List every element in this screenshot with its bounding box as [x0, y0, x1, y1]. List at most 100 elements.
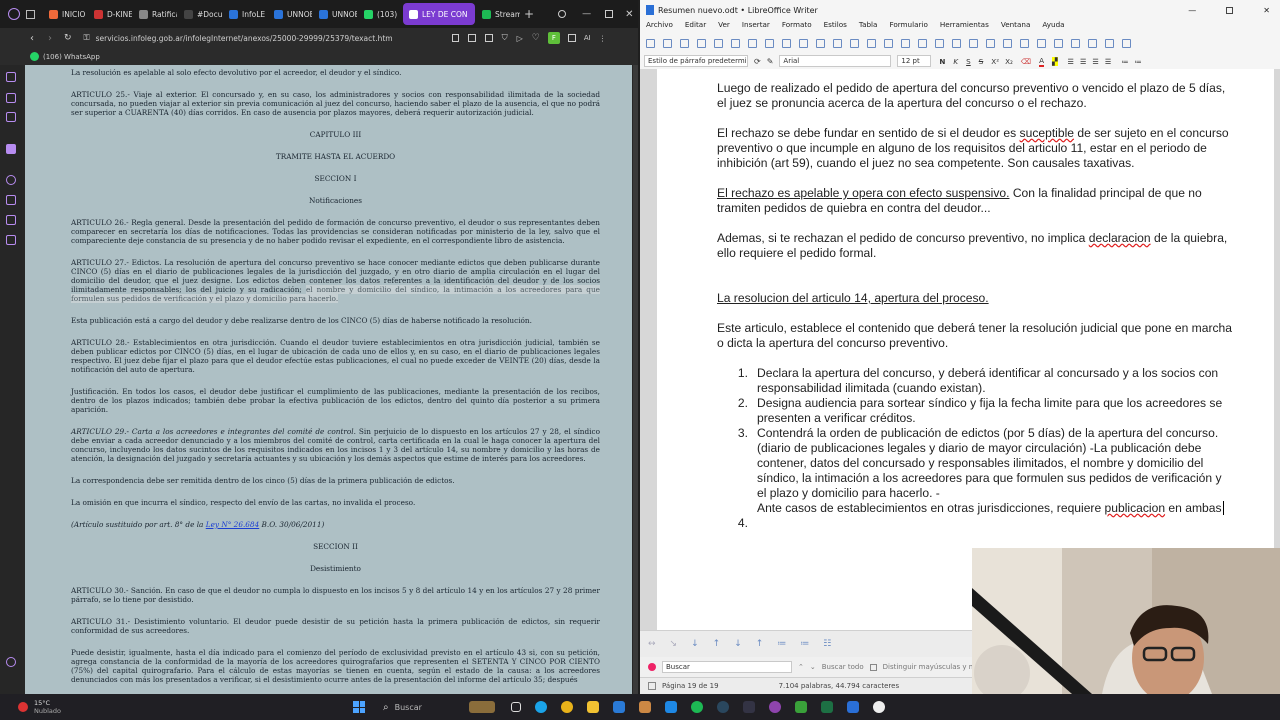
browser-tab[interactable]: Stream [476, 3, 520, 25]
spotify-icon[interactable] [690, 701, 703, 713]
open-icon[interactable] [663, 38, 672, 48]
menu-item[interactable]: Editar [685, 20, 706, 33]
font-size-select[interactable]: 12 pt [897, 55, 932, 67]
profile-icon[interactable]: F [547, 32, 560, 44]
nav-down-icon[interactable]: ↓ [734, 639, 742, 649]
widget-icon[interactable] [468, 701, 495, 713]
chrome-icon[interactable] [560, 701, 573, 713]
cut-icon[interactable] [748, 38, 757, 48]
menu-item[interactable]: Formato [782, 20, 812, 33]
track-changes-icon[interactable] [1071, 38, 1080, 48]
rail-home-icon[interactable] [6, 72, 16, 82]
site-info-icon[interactable]: ⚿ [84, 33, 90, 43]
new-style-icon[interactable]: ✎ [767, 57, 774, 66]
clear-format-icon[interactable]: ⌫ [1021, 57, 1031, 66]
shapes-icon[interactable] [1105, 38, 1114, 48]
link-icon[interactable] [1020, 38, 1029, 48]
browser-tab[interactable]: (103) [358, 3, 402, 25]
align-left-icon[interactable]: ☰ [1068, 57, 1074, 66]
app-icon[interactable] [638, 701, 651, 713]
search-tabs-icon[interactable] [558, 10, 567, 18]
more-icon[interactable]: ⋮ [599, 34, 607, 43]
nav-arrow-icon[interactable]: ↘ [670, 639, 678, 649]
minimize-button[interactable]: — [582, 9, 591, 19]
menu-item[interactable]: Insertar [742, 20, 770, 33]
strikethrough-button[interactable]: S [979, 57, 984, 66]
search-icon[interactable]: ⌕ [383, 702, 389, 713]
menu-item[interactable]: Ver [718, 20, 730, 33]
vscode-icon[interactable] [664, 701, 677, 713]
rail-cube-icon[interactable] [6, 195, 16, 205]
export-pdf-icon[interactable] [697, 38, 706, 48]
font-name-select[interactable]: Arial [779, 55, 892, 67]
subscript-button[interactable]: X₂ [1005, 57, 1013, 66]
rail-grid-icon[interactable] [6, 235, 16, 245]
style-update-icon[interactable]: ⟳ [754, 57, 761, 66]
browser-tab[interactable]: UNNOB [268, 3, 312, 25]
sidebar-icon[interactable] [1122, 38, 1131, 48]
comment-icon[interactable] [1054, 38, 1063, 48]
rail-eye-icon[interactable] [6, 175, 16, 185]
ai-button[interactable]: AI [584, 34, 591, 42]
heart-icon[interactable]: ♡ [532, 33, 540, 43]
bookmark-whatsapp[interactable]: (106) WhatsApp [43, 53, 100, 61]
start-icon[interactable] [353, 701, 365, 713]
close-button[interactable]: ✕ [1263, 6, 1270, 15]
find-input[interactable]: Buscar [662, 661, 792, 673]
chart-icon[interactable] [935, 38, 944, 48]
superscript-button[interactable]: X² [991, 57, 999, 66]
highlight-icon[interactable]: ▞ [1051, 56, 1058, 66]
rail-shield-icon[interactable] [6, 215, 16, 225]
justify-icon[interactable]: ☰ [1105, 57, 1111, 66]
page-counter[interactable]: Página 19 de 19 [662, 682, 719, 690]
bold-button[interactable]: N [939, 57, 945, 66]
outline-icon[interactable]: ☷ [823, 639, 831, 649]
nav-down-icon[interactable]: ↓ [691, 639, 699, 649]
copy-icon[interactable] [765, 38, 774, 48]
shield-icon[interactable]: ⛉ [502, 33, 508, 43]
browser-tab[interactable]: #Docu [178, 3, 222, 25]
footnote-icon[interactable] [1037, 38, 1046, 48]
menu-item[interactable]: Ayuda [1042, 20, 1064, 33]
list-bullet-icon[interactable]: ≔ [777, 639, 786, 649]
undo-icon[interactable] [816, 38, 825, 48]
match-case-checkbox[interactable] [869, 663, 877, 671]
menu-item[interactable]: Estilos [824, 20, 847, 33]
extensions-icon[interactable] [484, 34, 493, 42]
menu-item[interactable]: Archivo [646, 20, 673, 33]
browser-tab[interactable]: LEY DE CON [403, 3, 475, 25]
misspelled-word[interactable]: declaracion [1089, 231, 1151, 245]
law-link[interactable]: Ley N° 26.684 [206, 520, 260, 529]
list-bullet-icon[interactable]: ≔ [1121, 57, 1128, 66]
list-number-icon[interactable]: ≔ [800, 639, 809, 649]
back-icon[interactable]: ‹ [30, 33, 34, 44]
steam-icon[interactable] [716, 701, 729, 713]
redo-icon[interactable] [833, 38, 842, 48]
screenshot-icon[interactable] [467, 34, 476, 42]
align-right-icon[interactable]: ☰ [1092, 57, 1098, 66]
special-char-icon[interactable] [1003, 38, 1012, 48]
taskbar-search[interactable]: Buscar [395, 703, 465, 712]
find-prev-icon[interactable]: ⌃ [798, 663, 804, 671]
save-icon[interactable] [680, 38, 689, 48]
menu-item[interactable]: Tabla [859, 20, 878, 33]
page-break-icon[interactable] [969, 38, 978, 48]
explorer-icon[interactable] [586, 701, 599, 713]
list-number-icon[interactable]: ≔ [1135, 57, 1142, 66]
italic-button[interactable]: K [953, 57, 958, 66]
menu-item[interactable]: Formulario [889, 20, 927, 33]
reader-icon[interactable] [451, 34, 459, 42]
sidebar-icon[interactable] [567, 34, 576, 42]
store-icon[interactable] [612, 701, 625, 713]
nav-up-icon[interactable]: ↑ [713, 639, 721, 649]
excel-icon[interactable] [820, 701, 833, 713]
play-icon[interactable]: ▷ [517, 34, 523, 43]
menu-item[interactable]: Herramientas [940, 20, 989, 33]
github-icon[interactable] [872, 701, 885, 713]
spelling-icon[interactable] [867, 38, 876, 48]
task-view-icon[interactable] [510, 702, 521, 712]
table-icon[interactable] [901, 38, 910, 48]
rail-history-icon[interactable] [6, 112, 16, 122]
print-icon[interactable] [714, 38, 723, 48]
misspelled-word[interactable]: suceptible [1020, 126, 1074, 140]
